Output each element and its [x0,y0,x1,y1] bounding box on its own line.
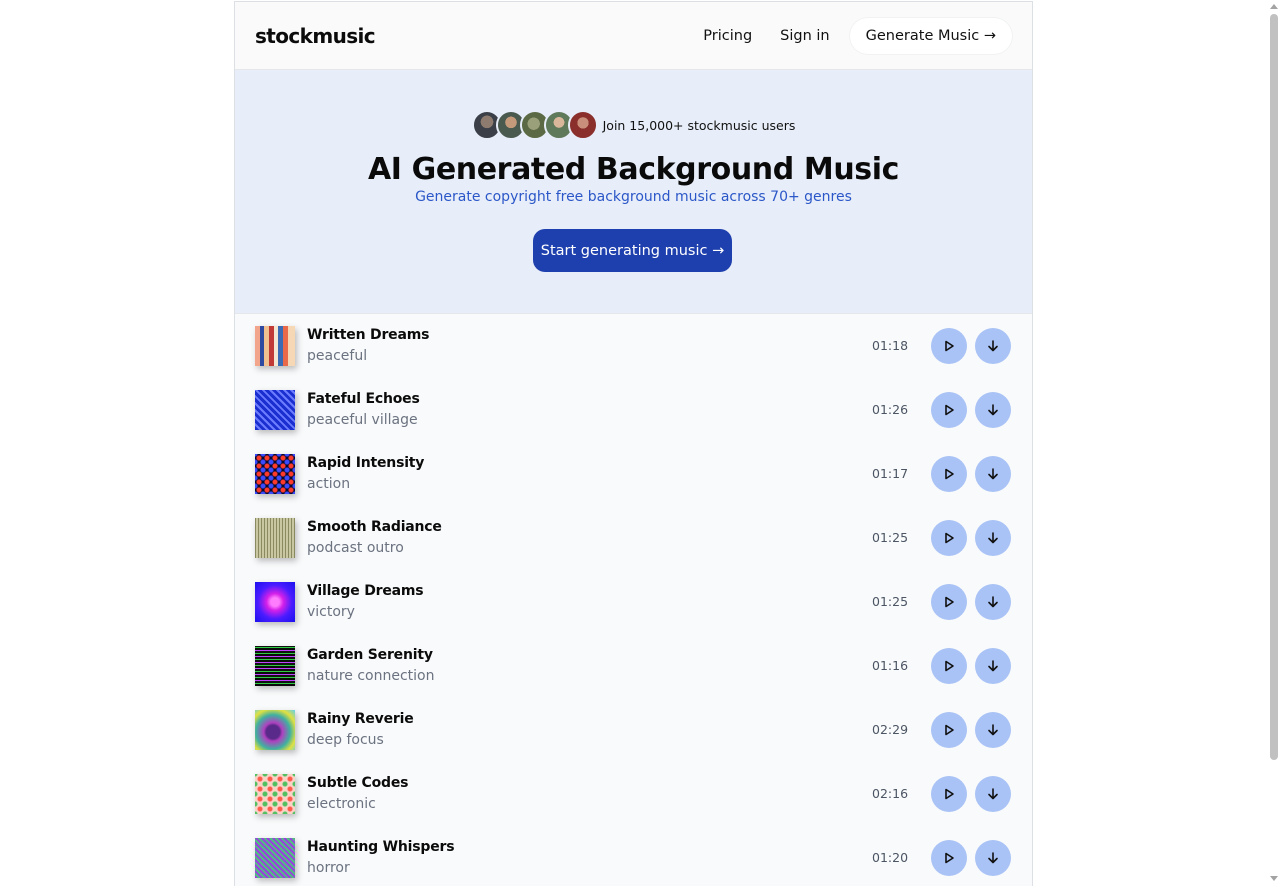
download-button[interactable] [975,712,1011,748]
track-title[interactable]: Subtle Codes [307,775,408,791]
scrollbar-thumb[interactable] [1270,14,1278,760]
download-button[interactable] [975,840,1011,876]
track-row: Rapid Intensity action 01:17 [235,442,1032,506]
download-button[interactable] [975,456,1011,492]
download-arrow-icon [988,596,998,608]
track-title[interactable]: Garden Serenity [307,647,433,663]
play-icon [945,788,954,800]
track-title[interactable]: Rapid Intensity [307,455,424,471]
play-icon [945,340,954,352]
play-icon [945,468,954,480]
play-icon [945,724,954,736]
hero-subtitle: Generate copyright free background music… [415,189,852,205]
track-genre: podcast outro [307,540,404,556]
track-genre: horror [307,860,350,876]
track-cover [255,390,295,430]
page-container: stockmusic Pricing Sign in Generate Musi… [234,1,1033,886]
track-duration: 01:17 [872,466,909,481]
download-arrow-icon [988,468,998,480]
hero-title: AI Generated Background Music [367,152,900,187]
avatar-group [471,110,598,140]
track-cover [255,454,295,494]
track-row: Written Dreams peaceful 01:18 [235,314,1032,378]
track-cover [255,646,295,686]
navbar: stockmusic Pricing Sign in Generate Musi… [235,2,1032,70]
play-button[interactable] [931,584,967,620]
play-button[interactable] [931,520,967,556]
track-duration: 01:25 [872,530,909,545]
start-generating-button[interactable]: Start generating music → [533,229,732,272]
track-row: Subtle Codes electronic 02:16 [235,762,1032,826]
track-genre: electronic [307,796,376,812]
track-cover [255,838,295,878]
play-button[interactable] [931,776,967,812]
track-duration: 02:16 [872,786,909,801]
scroll-up-arrow[interactable] [1270,4,1278,9]
download-button[interactable] [975,392,1011,428]
track-cover [255,710,295,750]
play-button[interactable] [931,712,967,748]
track-title[interactable]: Fateful Echoes [307,391,420,407]
avatar [567,110,598,140]
download-button[interactable] [975,648,1011,684]
track-genre: peaceful village [307,412,418,428]
track-genre: deep focus [307,732,384,748]
track-title[interactable]: Smooth Radiance [307,519,442,535]
track-cover [255,582,295,622]
track-cover [255,326,295,366]
download-button[interactable] [975,520,1011,556]
track-genre: peaceful [307,348,368,364]
track-duration: 01:20 [872,850,909,865]
track-title[interactable]: Written Dreams [307,327,429,343]
nav-links: Pricing Sign in Generate Music → [675,17,1012,54]
track-row: Village Dreams victory 01:25 [235,570,1032,634]
logo[interactable]: stockmusic [255,24,376,48]
play-button[interactable] [931,392,967,428]
track-row: Garden Serenity nature connection 01:16 [235,634,1032,698]
track-duration: 01:25 [872,594,909,609]
play-icon [945,852,954,864]
track-genre: victory [307,604,355,620]
social-proof: Join 15,000+ stockmusic users [235,110,1032,140]
track-row: Haunting Whispers horror 01:20 [235,826,1032,886]
track-duration: 02:29 [872,722,909,737]
download-arrow-icon [988,660,998,672]
play-icon [945,660,954,672]
track-genre: action [307,476,351,492]
track-row: Smooth Radiance podcast outro 01:25 [235,506,1032,570]
track-duration: 01:16 [872,658,909,673]
generate-music-button[interactable]: Generate Music → [849,17,1012,54]
track-row: Fateful Echoes peaceful village 01:26 [235,378,1032,442]
nav-signin-link[interactable]: Sign in [780,28,829,44]
track-genre: nature connection [307,668,435,684]
track-title[interactable]: Haunting Whispers [307,839,455,855]
track-cover [255,518,295,558]
download-arrow-icon [988,404,998,416]
play-icon [945,596,954,608]
track-duration: 01:18 [872,338,909,353]
track-row: Rainy Reverie deep focus 02:29 [235,698,1032,762]
play-button[interactable] [931,328,967,364]
scroll-down-arrow[interactable] [1270,876,1278,881]
play-icon [945,532,954,544]
download-arrow-icon [988,788,998,800]
play-icon [945,404,954,416]
track-title[interactable]: Rainy Reverie [307,711,414,727]
download-button[interactable] [975,776,1011,812]
download-button[interactable] [975,584,1011,620]
play-button[interactable] [931,840,967,876]
download-arrow-icon [988,532,998,544]
track-duration: 01:26 [872,402,909,417]
download-arrow-icon [988,724,998,736]
play-button[interactable] [931,648,967,684]
hero-section: Join 15,000+ stockmusic users AI Generat… [235,70,1032,314]
download-arrow-icon [988,340,998,352]
users-count-text: Join 15,000+ stockmusic users [602,117,796,133]
track-title[interactable]: Village Dreams [307,583,424,599]
nav-pricing-link[interactable]: Pricing [703,28,752,44]
download-button[interactable] [975,328,1011,364]
download-arrow-icon [988,852,998,864]
track-cover [255,774,295,814]
play-button[interactable] [931,456,967,492]
